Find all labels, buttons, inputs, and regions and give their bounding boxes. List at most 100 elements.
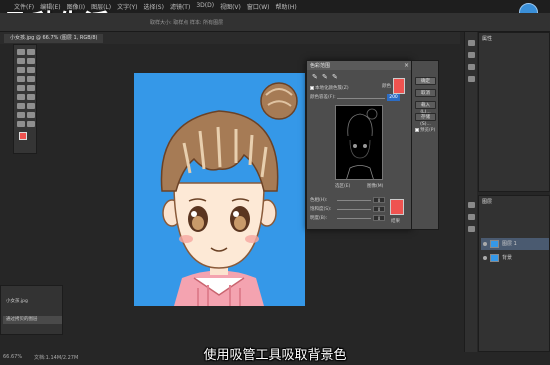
- history-item-active[interactable]: 通过拷贝的图层: [3, 316, 62, 324]
- right-cheek: [245, 235, 259, 243]
- selection-preview-image: [346, 108, 378, 179]
- preview-left-eye: [353, 144, 357, 148]
- sampled-color-label: 颜色: [382, 84, 391, 89]
- cancel-button[interactable]: 取消: [415, 89, 436, 97]
- brush-tool-icon[interactable]: [27, 76, 35, 82]
- dialog-title-bar[interactable]: 色彩范围 ×: [307, 61, 411, 70]
- sampled-color-swatch[interactable]: [393, 78, 405, 94]
- foreground-color-swatch[interactable]: [19, 132, 27, 140]
- layer-thumbnail: [490, 254, 499, 262]
- zoom-tool-icon[interactable]: [27, 121, 35, 127]
- brightness-input[interactable]: 0: [373, 215, 385, 221]
- saturation-input[interactable]: 0: [373, 206, 385, 212]
- hue-slider[interactable]: [337, 200, 371, 201]
- panel-icons-strip: [464, 32, 477, 352]
- menu-view[interactable]: 视图(V): [220, 2, 241, 11]
- healing-tool-icon[interactable]: [17, 76, 25, 82]
- dodge-tool-icon[interactable]: [17, 103, 25, 109]
- girl-illustration: [160, 82, 298, 306]
- history-item[interactable]: 小女孩.jpg: [3, 298, 62, 306]
- crop-tool-icon[interactable]: [17, 67, 25, 73]
- brush-panel-icon[interactable]: [468, 76, 475, 82]
- dialog-title: 色彩范围: [310, 63, 331, 69]
- brightness-label: 明度(B):: [310, 216, 328, 221]
- ok-button[interactable]: 确定: [415, 77, 436, 85]
- pen-tool-icon[interactable]: [27, 103, 35, 109]
- menu-3d[interactable]: 3D(D): [196, 2, 214, 11]
- layer-name: 背景: [502, 255, 513, 261]
- left-iris: [192, 216, 204, 230]
- marquee-tool-icon[interactable]: [27, 49, 35, 55]
- adjustments-panel-icon[interactable]: [468, 64, 475, 70]
- properties-panel-icon[interactable]: [468, 52, 475, 58]
- menu-type[interactable]: 文字(Y): [117, 2, 137, 11]
- tools-panel: [13, 44, 37, 154]
- layers-panel: 图层 图层 1 背景: [478, 195, 550, 352]
- saturation-slider[interactable]: [337, 209, 371, 210]
- channels-panel-icon[interactable]: [468, 214, 475, 220]
- layer-thumbnail: [490, 240, 499, 248]
- eyedropper-minus-icon[interactable]: ✎: [332, 74, 339, 81]
- hue-label: 色相(H):: [310, 198, 328, 203]
- saturation-label: 饱和度(S):: [310, 207, 332, 212]
- move-tool-icon[interactable]: [17, 49, 25, 55]
- visibility-eye-icon[interactable]: [483, 242, 487, 246]
- history-brush-tool-icon[interactable]: [27, 85, 35, 91]
- hand-tool-icon[interactable]: [17, 121, 25, 127]
- document-tab[interactable]: 小女孩.jpg @ 66.7% (图层 1, RGB/8): [4, 34, 104, 43]
- preview-face-outline: [349, 139, 371, 159]
- eyedropper-icon[interactable]: ✎: [312, 74, 319, 81]
- layer-row-layer1[interactable]: 图层 1: [481, 238, 549, 250]
- type-tool-icon[interactable]: [17, 112, 25, 118]
- radio-selection[interactable]: 选区(E): [335, 183, 350, 189]
- lasso-tool-icon[interactable]: [17, 58, 25, 64]
- localized-clusters-label: 本地化颜色簇(Z): [315, 86, 349, 91]
- stamp-tool-icon[interactable]: [17, 85, 25, 91]
- result-label: 结果: [391, 219, 400, 224]
- options-text: 取样大小: 取样点 样本: 所有图层: [150, 20, 224, 26]
- layer-row-background[interactable]: 背景: [481, 252, 549, 264]
- result-color-swatch: [390, 199, 404, 215]
- eraser-tool-icon[interactable]: [17, 94, 25, 100]
- left-cheek: [179, 235, 193, 243]
- document-canvas[interactable]: [134, 73, 305, 306]
- layer-name: 图层 1: [502, 241, 517, 247]
- preview-checkbox[interactable]: 预览(P): [415, 127, 435, 133]
- path-select-tool-icon[interactable]: [27, 112, 35, 118]
- brightness-slider[interactable]: [337, 218, 371, 219]
- radio-image[interactable]: 图像(M): [367, 183, 383, 189]
- menu-filter[interactable]: 滤镜(T): [170, 2, 190, 11]
- visibility-eye-icon[interactable]: [483, 256, 487, 260]
- menu-window[interactable]: 窗口(W): [247, 2, 270, 11]
- gradient-tool-icon[interactable]: [27, 94, 35, 100]
- localized-clusters-checkbox[interactable]: 本地化颜色簇(Z): [310, 85, 349, 91]
- checkbox-box[interactable]: [310, 85, 314, 90]
- preview-checkbox-label: 预览(P): [420, 128, 436, 133]
- paths-panel-icon[interactable]: [468, 226, 475, 232]
- fuzziness-input[interactable]: 200: [387, 94, 400, 101]
- menu-select[interactable]: 选择(S): [143, 2, 164, 11]
- options-bar: 取样大小: 取样点 样本: 所有图层: [0, 13, 550, 32]
- properties-title[interactable]: 属性: [482, 35, 492, 42]
- right-iris: [234, 216, 246, 230]
- eyedropper-tool-icon[interactable]: [27, 67, 35, 73]
- save-button[interactable]: 存储(S)...: [415, 113, 436, 127]
- load-button[interactable]: 载入(L)...: [415, 101, 436, 115]
- checkbox-box[interactable]: [415, 127, 419, 132]
- close-icon[interactable]: ×: [404, 62, 409, 69]
- fuzziness-label: 颜色容差(F):: [310, 95, 336, 100]
- document-tab-strip: 小女孩.jpg @ 66.7% (图层 1, RGB/8): [0, 32, 460, 44]
- menu-help[interactable]: 帮助(H): [276, 2, 297, 11]
- layers-panel-icon[interactable]: [468, 202, 475, 208]
- eyedropper-plus-icon[interactable]: ✎: [322, 74, 329, 81]
- preview-shirt-outline: [346, 165, 374, 179]
- magic-wand-tool-icon[interactable]: [27, 58, 35, 64]
- properties-panel: 属性: [478, 32, 550, 192]
- face: [173, 182, 265, 269]
- history-panel-icon[interactable]: [468, 40, 475, 46]
- fuzziness-slider[interactable]: [337, 98, 385, 99]
- hue-input[interactable]: 0: [373, 197, 385, 203]
- history-panel: 小女孩.jpg 通过拷贝的图层: [0, 285, 63, 335]
- layers-title[interactable]: 图层: [482, 198, 492, 205]
- selection-preview: [335, 105, 383, 180]
